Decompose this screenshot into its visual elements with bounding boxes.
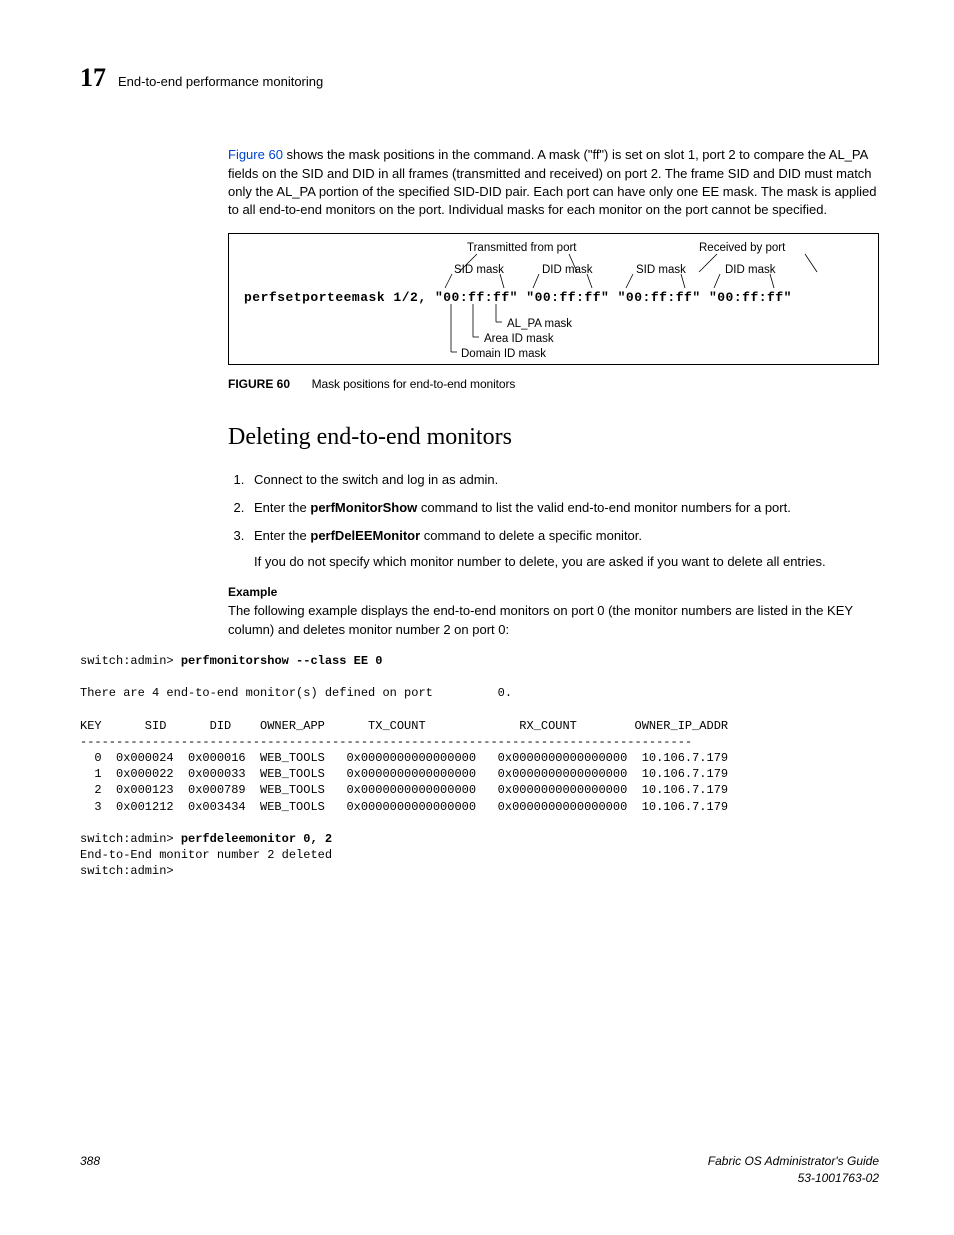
term-defined: There are 4 end-to-end monitor(s) define…: [80, 686, 512, 700]
page-footer: 388 Fabric OS Administrator's Guide 53-1…: [80, 1153, 879, 1187]
label-sid-mask-2: SID mask: [636, 262, 686, 278]
figure-diagram: Transmitted from port Received by port S…: [228, 233, 879, 365]
prompt-3: switch:admin>: [80, 864, 174, 878]
step-3-a: Enter the: [254, 528, 310, 543]
label-did-mask-2: DID mask: [725, 262, 775, 278]
example-paragraph: The following example displays the end-t…: [228, 602, 879, 638]
prompt-1: switch:admin>: [80, 654, 181, 668]
step-3-b: command to delete a specific monitor.: [420, 528, 642, 543]
terminal-output: switch:admin> perfmonitorshow --class EE…: [80, 653, 879, 880]
term-result: End-to-End monitor number 2 deleted: [80, 848, 332, 862]
mask-2: "00:ff:ff": [526, 290, 609, 305]
step-2-cmd: perfMonitorShow: [310, 500, 417, 515]
step-2-b: command to list the valid end-to-end mon…: [417, 500, 791, 515]
step-3: Enter the perfDelEEMonitor command to de…: [248, 527, 879, 571]
figure-caption: FIGURE 60 Mask positions for end-to-end …: [228, 375, 879, 393]
term-r1: 1 0x000022 0x000033 WEB_TOOLS 0x00000000…: [80, 767, 728, 781]
term-header: KEY SID DID OWNER_APP TX_COUNT RX_COUNT …: [80, 719, 728, 733]
doc-id: 53-1001763-02: [798, 1171, 879, 1185]
step-2-a: Enter the: [254, 500, 310, 515]
label-did-mask-1: DID mask: [542, 262, 592, 278]
label-alpa-mask: AL_PA mask: [507, 316, 572, 332]
cmd-1: perfmonitorshow --class EE 0: [181, 654, 383, 668]
label-sid-mask-1: SID mask: [454, 262, 504, 278]
step-3-note: If you do not specify which monitor numb…: [254, 553, 879, 571]
step-1: Connect to the switch and log in as admi…: [248, 471, 879, 489]
figure-link[interactable]: Figure 60: [228, 147, 283, 162]
term-r2: 2 0x000123 0x000789 WEB_TOOLS 0x00000000…: [80, 783, 728, 797]
label-received: Received by port: [699, 240, 785, 256]
term-r0: 0 0x000024 0x000016 WEB_TOOLS 0x00000000…: [80, 751, 728, 765]
page-number: 388: [80, 1153, 100, 1187]
mask-1: "00:ff:ff": [435, 290, 518, 305]
steps-list: Connect to the switch and log in as admi…: [228, 471, 879, 572]
intro-text: shows the mask positions in the command.…: [228, 147, 876, 217]
label-domain-mask: Domain ID mask: [461, 346, 546, 362]
label-area-mask: Area ID mask: [484, 331, 554, 347]
footer-right: Fabric OS Administrator's Guide 53-10017…: [708, 1153, 879, 1187]
page-header: 17 End-to-end performance monitoring: [80, 60, 879, 96]
cmd-prefix: perfsetporteemask 1/2,: [244, 290, 427, 305]
mask-3: "00:ff:ff": [618, 290, 701, 305]
section-heading: Deleting end-to-end monitors: [228, 421, 879, 455]
step-2: Enter the perfMonitorShow command to lis…: [248, 499, 879, 517]
term-divider: ----------------------------------------…: [80, 735, 692, 749]
label-transmitted: Transmitted from port: [467, 240, 577, 256]
step-3-cmd: perfDelEEMonitor: [310, 528, 420, 543]
mask-4: "00:ff:ff": [709, 290, 792, 305]
cmd-2: perfdeleemonitor 0, 2: [181, 832, 332, 846]
figure-caption-text: Mask positions for end-to-end monitors: [312, 377, 516, 391]
header-section-title: End-to-end performance monitoring: [118, 73, 323, 91]
intro-paragraph: Figure 60 shows the mask positions in th…: [228, 146, 879, 219]
term-r3: 3 0x001212 0x003434 WEB_TOOLS 0x00000000…: [80, 800, 728, 814]
example-label: Example: [228, 584, 879, 601]
prompt-2: switch:admin>: [80, 832, 181, 846]
step-1-text: Connect to the switch and log in as admi…: [254, 472, 498, 487]
command-text: perfsetporteemask 1/2, "00:ff:ff" "00:ff…: [244, 289, 792, 307]
doc-title: Fabric OS Administrator's Guide: [708, 1154, 879, 1168]
figure-caption-label: FIGURE 60: [228, 377, 290, 391]
chapter-number: 17: [80, 60, 106, 96]
